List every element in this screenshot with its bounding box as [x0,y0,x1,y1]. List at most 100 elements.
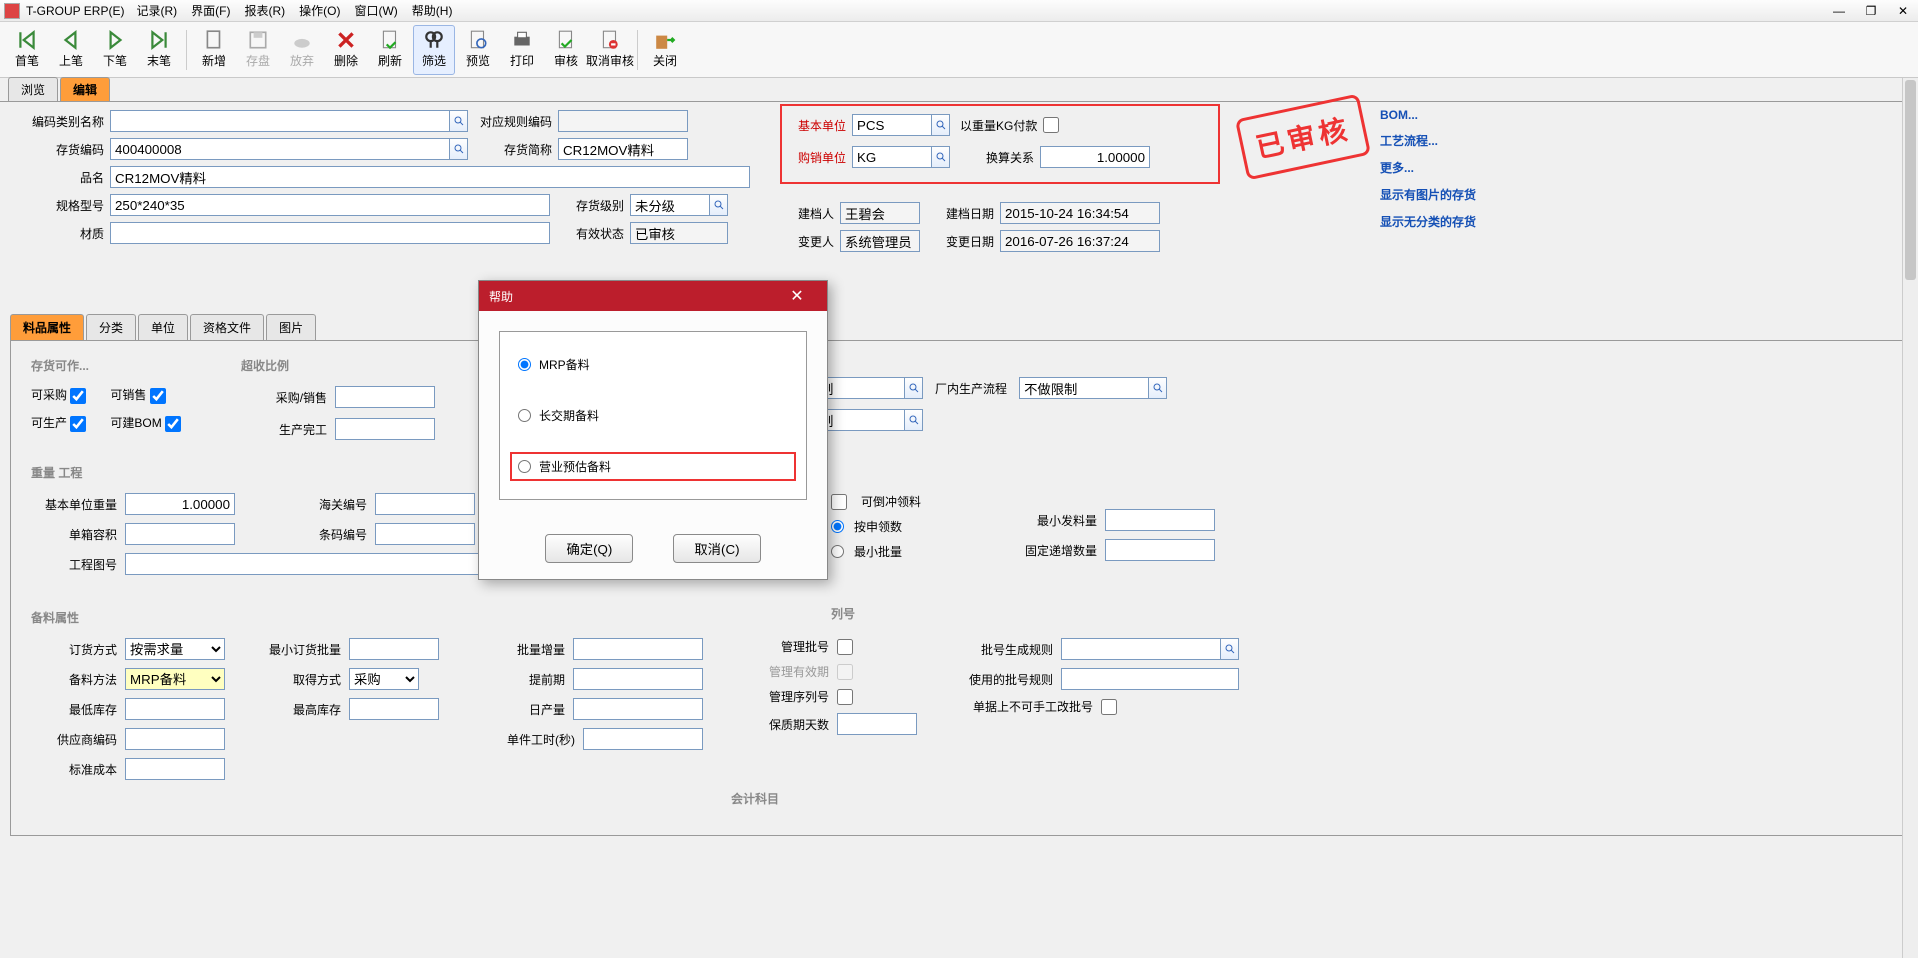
dtab-attr[interactable]: 料品属性 [10,314,84,340]
sel-ordermethod[interactable]: 按需求量 [125,638,225,660]
inp-material[interactable] [110,222,550,244]
link-process[interactable]: 工艺流程... [1380,132,1476,149]
radio-byreq[interactable] [831,520,844,533]
dtab-class[interactable]: 分类 [86,314,136,340]
menu-action[interactable]: 操作(O) [299,2,340,19]
lookup-btn-icon[interactable] [932,146,950,168]
sel-prepmethod[interactable]: MRP备料 [125,668,225,690]
lookup-btn-icon[interactable] [1221,638,1239,660]
tb-new[interactable]: 新增 [193,25,235,75]
link-bom[interactable]: BOM... [1380,108,1476,122]
dialog-close-button[interactable]: ✕ [777,286,817,306]
inp-leadtime[interactable] [573,668,703,690]
radio-salesest[interactable] [518,460,531,473]
lookup-btn-icon[interactable] [905,377,923,399]
close-window-button[interactable]: ✕ [1892,4,1914,18]
inp-minissue[interactable] [1105,509,1215,531]
radio-option-longlead[interactable]: 长交期备料 [518,407,788,424]
menu-ui[interactable]: 界面(F) [191,2,230,19]
tb-save[interactable]: 存盘 [237,25,279,75]
inp-supplier[interactable] [125,728,225,750]
chk-mngserial[interactable] [837,689,853,705]
lookup-stocklevel[interactable] [630,194,728,216]
inp-sellunit[interactable] [852,146,932,168]
vertical-scrollbar[interactable] [1902,78,1918,958]
chk-canbom[interactable] [165,416,181,432]
tb-abandon[interactable]: 放弃 [281,25,323,75]
inp-batchrule[interactable] [1061,638,1221,660]
inp-usedrule[interactable] [1061,668,1239,690]
menu-record[interactable]: 记录(R) [136,2,177,19]
inp-buysell[interactable] [335,386,435,408]
link-more[interactable]: 更多... [1380,159,1476,176]
radio-bybatch[interactable] [831,545,844,558]
inp-dayoutput[interactable] [573,698,703,720]
dtab-image[interactable]: 图片 [266,314,316,340]
inp-stockcode[interactable] [110,138,450,160]
dtab-qualdoc[interactable]: 资格文件 [190,314,264,340]
inp-shelfdays[interactable] [837,713,917,735]
chk-canbuy[interactable] [70,388,86,404]
minimize-button[interactable]: — [1828,4,1850,18]
tb-last[interactable]: 末笔 [138,25,180,75]
inp-stockshort[interactable] [558,138,688,160]
tb-close[interactable]: 关闭 [644,25,686,75]
menu-report[interactable]: 报表(R) [244,2,285,19]
inp-codeclass[interactable] [110,110,450,132]
chk-canprod[interactable] [70,416,86,432]
lookup-codeclass[interactable] [110,110,468,132]
scrollbar-thumb[interactable] [1905,80,1916,280]
lookup-btn-icon[interactable] [932,114,950,136]
lookup-stockcode[interactable] [110,138,468,160]
inp-proddone[interactable] [335,418,435,440]
lookup-btn-icon[interactable] [710,194,728,216]
inp-stocklevel[interactable] [630,194,710,216]
tab-edit[interactable]: 编辑 [60,77,110,101]
tb-delete[interactable]: 删除 [325,25,367,75]
dtab-unit[interactable]: 单位 [138,314,188,340]
radio-option-salesest[interactable]: 营业预估备料 [510,452,796,481]
lookup-btn-icon[interactable] [450,110,468,132]
radio-mrp[interactable] [518,358,531,371]
lookup-baseunit[interactable] [852,114,950,136]
inp-baseunit[interactable] [852,114,932,136]
dialog-titlebar[interactable]: 帮助 ✕ [479,281,827,311]
radio-option-mrp[interactable]: MRP备料 [518,356,788,373]
inp-stdcost[interactable] [125,758,225,780]
tb-print[interactable]: 打印 [501,25,543,75]
inp-minstock[interactable] [125,698,225,720]
link-noclass[interactable]: 显示无分类的存货 [1380,213,1476,230]
menu-help[interactable]: 帮助(H) [412,2,453,19]
inp-boxvol[interactable] [125,523,235,545]
lookup-prodflow[interactable] [1019,377,1167,399]
tb-unaudit[interactable]: 取消审核 [589,25,631,75]
link-withimg[interactable]: 显示有图片的存货 [1380,186,1476,203]
inp-barcode[interactable] [375,523,475,545]
inp-baseweight[interactable] [125,493,235,515]
inp-batchinc[interactable] [573,638,703,660]
lookup-btn-icon[interactable] [450,138,468,160]
inp-spec[interactable] [110,194,550,216]
dialog-cancel-button[interactable]: 取消(C) [673,534,760,563]
lookup-batchrule[interactable] [1061,638,1239,660]
tb-audit[interactable]: 审核 [545,25,587,75]
lookup-btn-icon[interactable] [905,409,923,431]
tb-prev[interactable]: 上笔 [50,25,92,75]
chk-nomanual[interactable] [1101,699,1117,715]
menu-window[interactable]: 窗口(W) [354,2,397,19]
tb-preview[interactable]: 预览 [457,25,499,75]
inp-minorder[interactable] [349,638,439,660]
inp-unitsec[interactable] [583,728,703,750]
dialog-ok-button[interactable]: 确定(Q) [545,534,633,563]
chk-reversible[interactable] [831,494,847,510]
lookup-btn-icon[interactable] [1149,377,1167,399]
inp-prodflow[interactable] [1019,377,1149,399]
chk-cansell[interactable] [150,388,166,404]
inp-maxstock[interactable] [349,698,439,720]
tb-first[interactable]: 首笔 [6,25,48,75]
tab-browse[interactable]: 浏览 [8,77,58,101]
chk-paybyweight[interactable] [1043,117,1059,133]
sel-obtain[interactable]: 采购 [349,668,419,690]
radio-longlead[interactable] [518,409,531,422]
inp-convert[interactable] [1040,146,1150,168]
